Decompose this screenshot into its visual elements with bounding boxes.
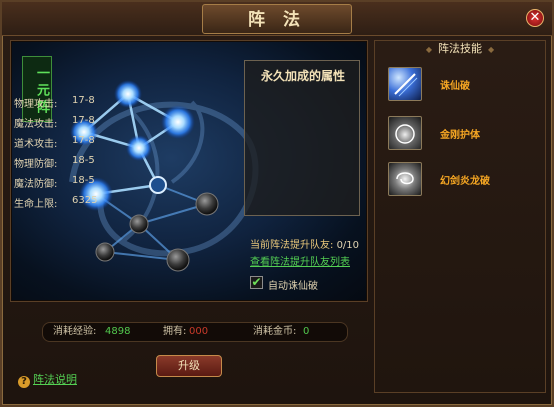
close-icon[interactable]: ✕ [526, 9, 544, 27]
team-boost-info: 当前阵法提升队友: 0/10 [250, 240, 360, 251]
attr-row: 魔法防御: 18-5 [14, 175, 95, 190]
attr-row: 物理防御: 18-5 [14, 155, 95, 170]
formation-help[interactable]: ? 阵法说明 [18, 371, 77, 388]
node-active [126, 135, 152, 161]
upgrade-button[interactable]: 升级 [156, 355, 222, 377]
shield-aura-icon [388, 116, 422, 150]
skill-name: 幻剑炎龙破 [440, 176, 490, 187]
auto-skill-label: 自动诛仙破 [268, 281, 318, 292]
skill-item[interactable]: 幻剑炎龙破 [388, 162, 538, 198]
skill-name: 金刚护体 [440, 130, 480, 141]
cost-bar: 消耗经验: 4898 拥有: 000 消耗金币: 0 [42, 322, 348, 342]
skills-title: 阵法技能 [374, 42, 546, 57]
question-icon: ? [18, 376, 30, 388]
node-current [149, 176, 167, 194]
skill-item[interactable]: 金刚护体 [388, 116, 538, 152]
attr-row: 道术攻击: 17-8 [14, 135, 95, 150]
node-locked [195, 192, 219, 216]
formation-name-banner: 一元阵 [22, 56, 52, 122]
title-bar[interactable]: 阵 法 [2, 2, 552, 36]
window-title: 阵 法 [202, 4, 352, 34]
view-teammates-link[interactable]: 查看阵法提升队友列表 [250, 253, 350, 268]
node-locked [95, 242, 115, 262]
bonus-attributes-panel: 永久加成的属性 [244, 60, 360, 216]
attr-row: 生命上限: 6325 [14, 195, 98, 210]
bonus-attributes-title: 永久加成的属性 [260, 69, 345, 83]
auto-skill-checkbox[interactable]: ✔ [250, 276, 263, 289]
skill-item[interactable]: 诛仙破 [388, 67, 538, 103]
attr-row: 魔法攻击: 17-8 [14, 115, 95, 130]
vortex-icon [388, 162, 422, 196]
attr-row: 物理攻击: 17-8 [14, 95, 95, 110]
node-active [161, 105, 195, 139]
node-locked [166, 248, 190, 272]
node-locked [129, 214, 149, 234]
skill-name: 诛仙破 [440, 81, 470, 92]
sword-burst-icon [388, 67, 422, 101]
node-active [114, 80, 142, 108]
